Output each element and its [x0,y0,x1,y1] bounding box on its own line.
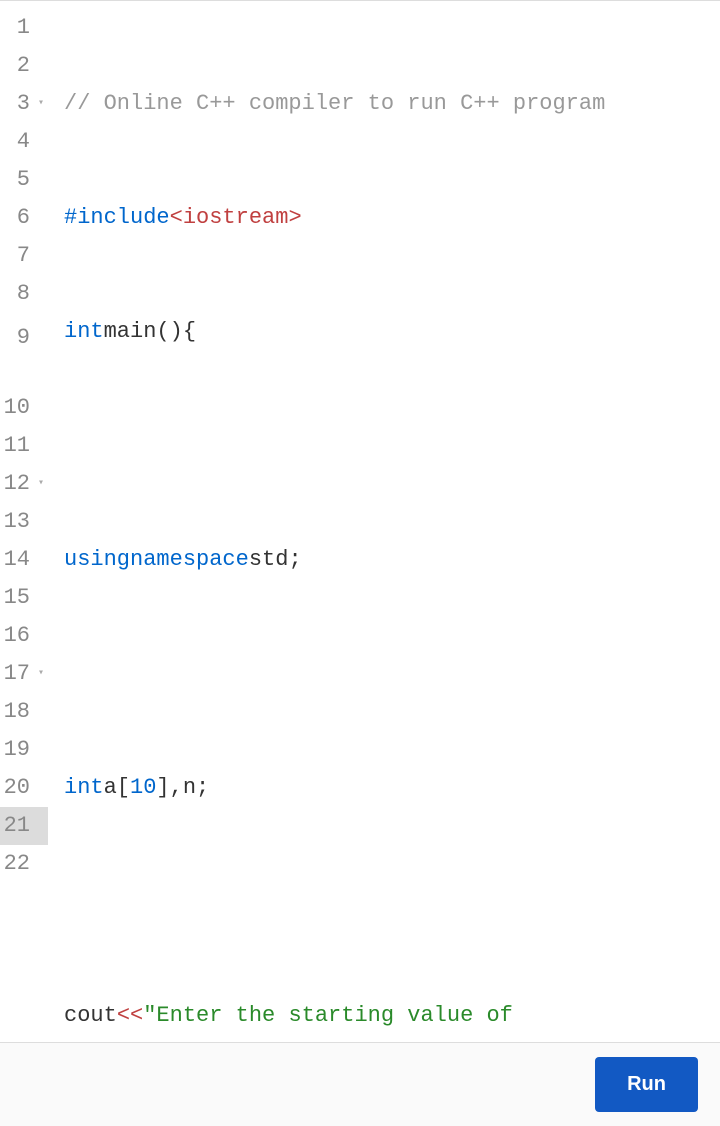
line-number: 8 [0,275,48,313]
line-number: 1 [0,9,48,47]
line-number: 4 [0,123,48,161]
editor-container: 1 2 3▾ 4 5 6 7 8 9 10 11 12▾ 13 14 15 16… [0,0,720,1126]
line-number: 16 [0,617,48,655]
line-number: 5 [0,161,48,199]
line-number: 14 [0,541,48,579]
editor-footer: Run [0,1042,720,1126]
line-number: 2 [0,47,48,85]
line-number: 13 [0,503,48,541]
fold-icon[interactable]: ▾ [34,655,44,693]
line-number: 3▾ [0,85,48,123]
line-number: 7 [0,237,48,275]
code-line: cout<<"Enter the starting value ofsequen… [64,997,720,1042]
fold-icon[interactable]: ▾ [34,85,44,123]
line-number: 6 [0,199,48,237]
code-line: using namespace std; [64,541,720,579]
run-button[interactable]: Run [595,1057,698,1112]
code-line [64,655,720,693]
line-number: 12▾ [0,465,48,503]
line-number: 18 [0,693,48,731]
line-number: 20 [0,769,48,807]
code-line: #include <iostream> [64,199,720,237]
code-line [64,427,720,465]
fold-icon[interactable]: ▾ [34,465,44,503]
line-number: 22 [0,845,48,883]
line-number: 21 [0,807,48,845]
line-number: 10 [0,389,48,427]
code-area[interactable]: 1 2 3▾ 4 5 6 7 8 9 10 11 12▾ 13 14 15 16… [0,1,720,1042]
line-number: 15 [0,579,48,617]
line-number-gutter: 1 2 3▾ 4 5 6 7 8 9 10 11 12▾ 13 14 15 16… [0,1,54,1042]
line-number: 19 [0,731,48,769]
line-number: 17▾ [0,655,48,693]
code-line: // Online C++ compiler to run C++ progra… [64,85,720,123]
code-line: int main(){ [64,313,720,351]
code-line: int a[10],n; [64,769,720,807]
line-number: 9 [0,313,48,389]
code-content[interactable]: // Online C++ compiler to run C++ progra… [54,1,720,1042]
code-line [64,883,720,921]
line-number: 11 [0,427,48,465]
